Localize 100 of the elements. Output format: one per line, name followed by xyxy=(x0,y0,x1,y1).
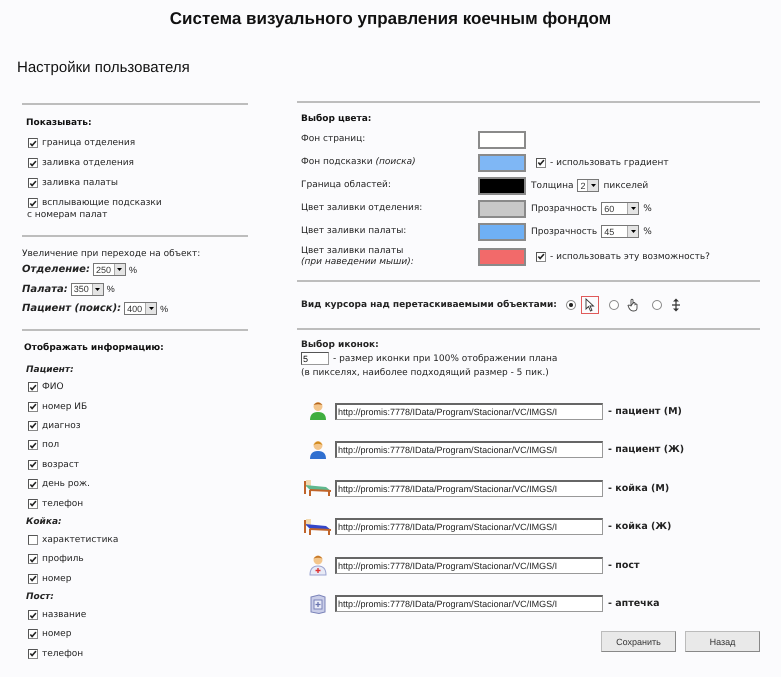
checkbox-label: день рож. xyxy=(42,479,90,490)
checkbox[interactable] xyxy=(28,198,38,208)
radio-button[interactable] xyxy=(652,300,662,310)
checkbox[interactable] xyxy=(28,610,38,620)
checkbox-label: - использовать градиент xyxy=(550,158,669,168)
checkbox[interactable] xyxy=(28,574,38,584)
checkbox-label: номер xyxy=(42,629,72,640)
caret-icon xyxy=(627,226,638,237)
select-field[interactable]: 400 xyxy=(124,302,158,316)
unit-label: % xyxy=(160,304,168,314)
color-swatch[interactable] xyxy=(478,176,526,194)
field-label: Прозрачность xyxy=(531,226,598,236)
field-label: Цвет заливки палаты: xyxy=(301,226,408,237)
input-field[interactable]: 5 xyxy=(301,352,329,365)
checkbox-label: граница отделения xyxy=(42,138,136,148)
checkbox[interactable] xyxy=(28,479,38,490)
field-hint: (в пикселях, наиболее подходящий размер - 5 пик.) xyxy=(301,368,550,378)
field-label: Фон страниц: xyxy=(301,134,366,145)
select-field[interactable]: 45 xyxy=(601,225,640,238)
field-label: Цвет заливки отделения: xyxy=(301,203,424,214)
section-title: Настройки пользователя xyxy=(16,58,191,78)
checkbox-label: номер ИБ xyxy=(42,402,88,412)
field-label: Отделение: xyxy=(22,264,90,276)
field-hint: - размер иконки при 100% отображении плана xyxy=(333,354,558,364)
radio-button[interactable] xyxy=(566,300,576,310)
checkbox-label: пол xyxy=(42,440,60,450)
action-button[interactable]: Назад xyxy=(685,631,760,652)
checkbox[interactable] xyxy=(28,554,38,564)
select-field[interactable]: 350 xyxy=(70,282,104,296)
select-field[interactable]: 60 xyxy=(601,202,640,215)
unit-label: % xyxy=(643,226,652,236)
group-heading: Пациент: xyxy=(26,364,75,376)
checkbox-label: характетистика xyxy=(42,534,118,545)
color-swatch[interactable] xyxy=(478,222,526,240)
unit-label: % xyxy=(106,284,115,294)
field-label: Цвет заливки палаты (при наведении мыши): xyxy=(301,246,415,268)
checkbox[interactable] xyxy=(28,498,38,509)
field-label: - койка (М) xyxy=(608,482,670,494)
select-field[interactable]: 250 xyxy=(92,263,126,276)
checkbox[interactable] xyxy=(28,158,38,168)
checkbox[interactable] xyxy=(28,440,38,450)
checkbox[interactable] xyxy=(28,178,38,188)
field-label: - койка (Ж) xyxy=(608,521,672,532)
input-field[interactable]: http://promis:7778/IData/Program/Stacionar/VC/IMGS/I xyxy=(335,402,603,420)
checkbox-label: диагноз xyxy=(42,420,80,431)
checkbox-label: возраст xyxy=(42,460,80,470)
action-button[interactable]: Сохранить xyxy=(601,631,676,652)
input-field[interactable]: http://promis:7778/IData/Program/Stacionar/VC/IMGS/I xyxy=(335,518,603,536)
checkbox-label: название xyxy=(42,610,86,620)
color-swatch[interactable] xyxy=(478,130,526,148)
radio-button[interactable] xyxy=(608,300,619,310)
input-field[interactable]: http://promis:7778/IData/Program/Stacionar/VC/IMGS/I xyxy=(335,480,603,497)
group-heading: Пост: xyxy=(26,592,55,604)
checkbox-label: телефон xyxy=(42,498,84,509)
field-label: - пациент (М) xyxy=(608,406,682,417)
field-label: Толщина xyxy=(531,180,574,190)
checkbox[interactable] xyxy=(28,402,38,412)
checkbox[interactable] xyxy=(28,382,38,392)
checkbox-label: номер xyxy=(42,574,72,584)
checkbox[interactable] xyxy=(28,534,38,545)
field-label: - пациент (Ж) xyxy=(608,444,684,456)
color-swatch[interactable] xyxy=(478,200,526,218)
color-swatch[interactable] xyxy=(478,154,526,172)
field-label: Прозрачность xyxy=(531,204,598,214)
group-heading: Выбор иконок: xyxy=(301,340,380,350)
field-label: Граница областей: xyxy=(301,180,392,191)
caret-icon xyxy=(145,303,156,314)
checkbox[interactable] xyxy=(28,460,38,470)
checkbox[interactable] xyxy=(536,252,546,262)
group-heading: Отображать информацию: xyxy=(24,342,165,352)
checkbox-label: с номерам палат xyxy=(27,210,108,222)
unit-label: пикселей xyxy=(603,180,648,190)
color-swatch[interactable] xyxy=(478,248,526,266)
checkbox[interactable] xyxy=(28,138,38,148)
group-heading: Показывать: xyxy=(26,118,93,128)
field-label: - пост xyxy=(608,560,640,571)
checkbox[interactable] xyxy=(28,648,38,659)
checkbox-label: заливка отделения xyxy=(42,158,134,168)
caret-icon xyxy=(114,264,125,276)
checkbox[interactable] xyxy=(536,158,546,168)
field-label: Вид курсора над перетаскиваемыми объектами: xyxy=(301,300,557,310)
checkbox-label: телефон xyxy=(42,648,84,659)
checkbox[interactable] xyxy=(28,629,38,640)
field-label: Палата: xyxy=(22,284,68,295)
input-field[interactable]: http://promis:7778/IData/Program/Stacionar/VC/IMGS/I xyxy=(335,556,603,574)
input-field[interactable]: http://promis:7778/IData/Program/Stacionar/VC/IMGS/I xyxy=(335,441,603,458)
group-heading: Выбор цвета: xyxy=(301,114,372,124)
field-label: - аптечка xyxy=(608,598,660,610)
page-title: Система визуального управления коечным фондом xyxy=(168,8,612,29)
checkbox-label: - использовать эту возможность? xyxy=(550,252,710,262)
checkbox[interactable] xyxy=(28,420,38,431)
caret-icon xyxy=(587,180,598,191)
checkbox-label: профиль xyxy=(42,554,84,564)
input-field[interactable]: http://promis:7778/IData/Program/Stacionar/VC/IMGS/I xyxy=(335,595,603,612)
unit-label: % xyxy=(128,264,137,275)
select-field[interactable]: 2 xyxy=(577,179,600,192)
field-label: Фон подсказки (поиска) xyxy=(301,157,417,168)
group-heading: Увеличение при переходе на объект: xyxy=(22,249,202,259)
checkbox-label: всплывающие подсказки xyxy=(42,198,162,208)
caret-icon xyxy=(92,284,103,295)
